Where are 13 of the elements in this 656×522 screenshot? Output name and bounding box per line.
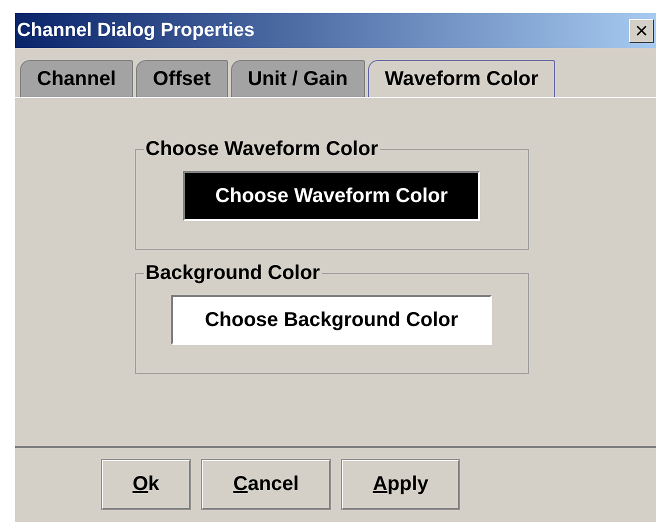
- tab[interactable]: Unit / Gain: [230, 60, 365, 97]
- dialog-button[interactable]: Apply: [342, 460, 460, 509]
- close-button[interactable]: ×: [629, 18, 654, 42]
- group-title: Choose Waveform Color: [144, 138, 380, 161]
- color-button[interactable]: Choose Background Color: [170, 295, 492, 345]
- tab[interactable]: Offset: [136, 60, 228, 97]
- dialog-button[interactable]: Cancel: [202, 460, 330, 509]
- tab[interactable]: Channel: [20, 60, 133, 97]
- window-title: Channel Dialog Properties: [17, 20, 255, 42]
- group-title: Background Color: [144, 262, 321, 285]
- color-button[interactable]: Choose Waveform Color: [183, 171, 480, 221]
- dialog-button[interactable]: Ok: [102, 460, 190, 509]
- tab[interactable]: Waveform Color: [368, 60, 556, 97]
